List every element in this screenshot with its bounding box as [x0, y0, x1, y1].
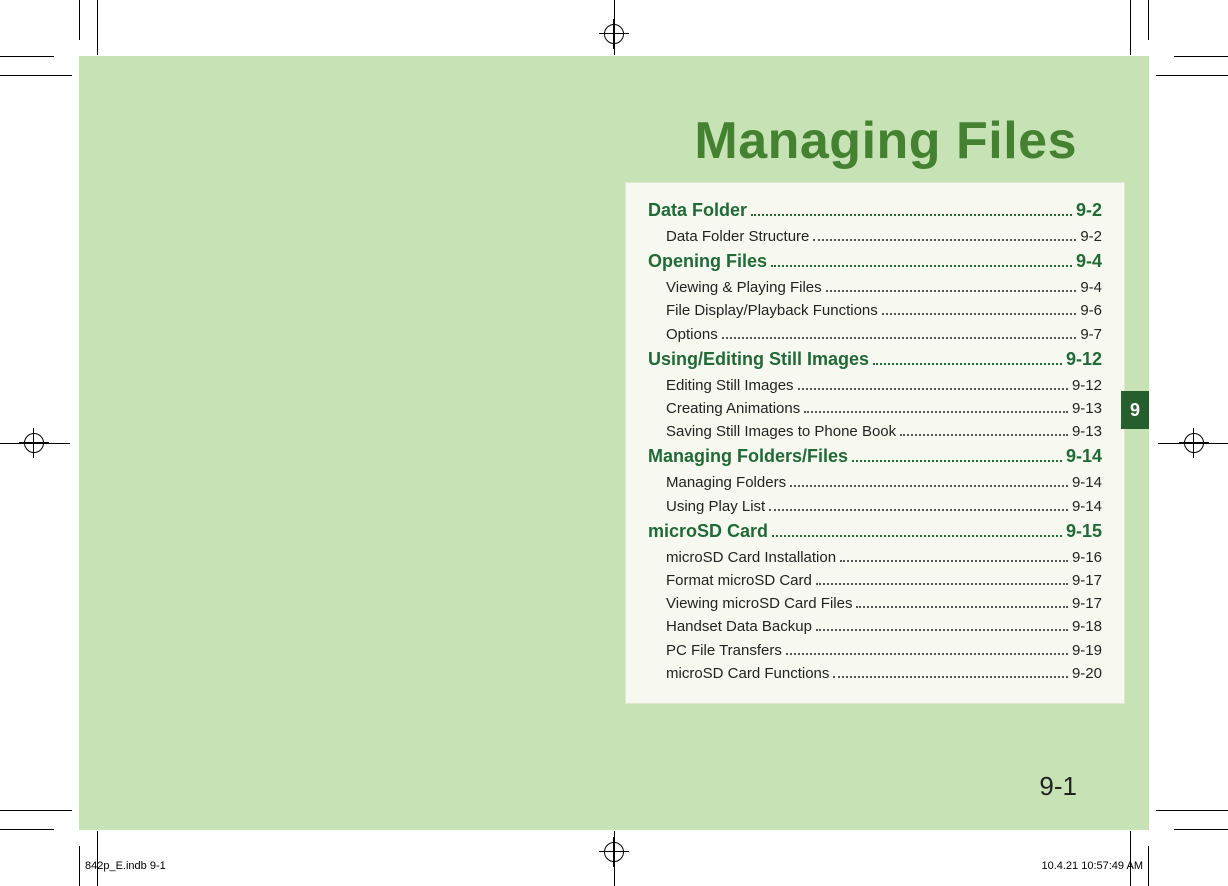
- toc-label: Data Folder Structure: [666, 225, 809, 248]
- toc-entry[interactable]: File Display/Playback Functions 9-6: [666, 299, 1102, 322]
- toc-section: Managing Folders/Files 9-14Managing Fold…: [648, 443, 1102, 517]
- toc-entry[interactable]: Using Play List 9-14: [666, 495, 1102, 518]
- toc-page-number: 9-6: [1080, 299, 1102, 322]
- table-of-contents: Data Folder 9-2Data Folder Structure9-2O…: [625, 182, 1125, 704]
- toc-leader-dots: [722, 337, 1077, 339]
- toc-label: Handset Data Backup: [666, 615, 812, 638]
- toc-label: Using Play List: [666, 495, 765, 518]
- toc-leader-dots: [882, 313, 1077, 315]
- toc-leader-dots: [804, 411, 1068, 413]
- toc-leader-dots: [786, 653, 1068, 655]
- toc-label: microSD Card Installation: [666, 546, 836, 569]
- toc-label: PC File Transfers: [666, 639, 782, 662]
- toc-entry[interactable]: Viewing & Playing Files 9-4: [666, 276, 1102, 299]
- toc-page-number: 9-12: [1072, 374, 1102, 397]
- page-number: 9-1: [1039, 771, 1077, 802]
- toc-entry[interactable]: Creating Animations 9-13: [666, 397, 1102, 420]
- chapter-title: Managing Files: [694, 111, 1077, 171]
- toc-leader-dots: [873, 363, 1062, 365]
- toc-entry[interactable]: Format microSD Card 9-17: [666, 569, 1102, 592]
- toc-page-number: 9-13: [1072, 420, 1102, 443]
- toc-label: Editing Still Images: [666, 374, 794, 397]
- toc-page-number: 9-17: [1072, 569, 1102, 592]
- toc-leader-dots: [856, 606, 1068, 608]
- toc-page-number: 9-7: [1080, 323, 1102, 346]
- toc-entry[interactable]: microSD Card Functions 9-20: [666, 662, 1102, 685]
- toc-leader-dots: [798, 388, 1068, 390]
- toc-sub-list: Editing Still Images9-12Creating Animati…: [648, 374, 1102, 444]
- toc-label: Format microSD Card: [666, 569, 812, 592]
- toc-label: Viewing & Playing Files: [666, 276, 822, 299]
- toc-sub-list: microSD Card Installation9-16Format micr…: [648, 546, 1102, 686]
- toc-section-heading[interactable]: Using/Editing Still Images 9-12: [648, 346, 1102, 374]
- toc-label: Managing Folders: [666, 471, 786, 494]
- chapter-thumb-tab: 9: [1121, 391, 1149, 429]
- toc-page-number: 9-15: [1066, 518, 1102, 546]
- toc-leader-dots: [852, 460, 1062, 462]
- toc-entry[interactable]: Saving Still Images to Phone Book 9-13: [666, 420, 1102, 443]
- toc-page-number: 9-2: [1080, 225, 1102, 248]
- toc-page-number: 9-20: [1072, 662, 1102, 685]
- toc-label: Viewing microSD Card Files: [666, 592, 852, 615]
- toc-section: Using/Editing Still Images 9-12Editing S…: [648, 346, 1102, 444]
- toc-label: Managing Folders/Files: [648, 443, 848, 471]
- toc-section-heading[interactable]: Managing Folders/Files 9-14: [648, 443, 1102, 471]
- toc-label: microSD Card Functions: [666, 662, 829, 685]
- toc-label: microSD Card: [648, 518, 768, 546]
- toc-page-number: 9-14: [1072, 495, 1102, 518]
- toc-page-number: 9-12: [1066, 346, 1102, 374]
- toc-leader-dots: [840, 560, 1068, 562]
- toc-leader-dots: [772, 535, 1062, 537]
- toc-leader-dots: [826, 290, 1077, 292]
- toc-label: Creating Animations: [666, 397, 800, 420]
- toc-section: microSD Card 9-15microSD Card Installati…: [648, 518, 1102, 685]
- toc-entry[interactable]: Editing Still Images 9-12: [666, 374, 1102, 397]
- toc-section-heading[interactable]: microSD Card 9-15: [648, 518, 1102, 546]
- toc-section: Opening Files 9-4Viewing & Playing Files…: [648, 248, 1102, 346]
- toc-entry[interactable]: Managing Folders 9-14: [666, 471, 1102, 494]
- toc-entry[interactable]: Handset Data Backup 9-18: [666, 615, 1102, 638]
- toc-sub-list: Data Folder Structure 9-2: [648, 225, 1102, 248]
- print-slug-time: 10.4.21 10:57:49 AM: [1041, 860, 1143, 872]
- toc-page-number: 9-13: [1072, 397, 1102, 420]
- toc-page-number: 9-16: [1072, 546, 1102, 569]
- toc-page-number: 9-18: [1072, 615, 1102, 638]
- toc-section-heading[interactable]: Opening Files 9-4: [648, 248, 1102, 276]
- toc-label: Options: [666, 323, 718, 346]
- toc-page-number: 9-4: [1076, 248, 1102, 276]
- toc-leader-dots: [816, 583, 1068, 585]
- toc-page-number: 9-2: [1076, 197, 1102, 225]
- toc-section: Data Folder 9-2Data Folder Structure9-2: [648, 197, 1102, 248]
- toc-label: File Display/Playback Functions: [666, 299, 878, 322]
- toc-leader-dots: [769, 509, 1068, 511]
- toc-entry[interactable]: microSD Card Installation 9-16: [666, 546, 1102, 569]
- toc-entry[interactable]: Data Folder Structure 9-2: [666, 225, 1102, 248]
- toc-page-number: 9-19: [1072, 639, 1102, 662]
- toc-label: Data Folder: [648, 197, 747, 225]
- print-slug-file: 842p_E.indb 9-1: [85, 860, 166, 872]
- page-background: Managing Files Data Folder 9-2Data Folde…: [79, 56, 1149, 830]
- toc-sub-list: Viewing & Playing Files9-4File Display/P…: [648, 276, 1102, 346]
- toc-label: Opening Files: [648, 248, 767, 276]
- toc-page-number: 9-14: [1072, 471, 1102, 494]
- toc-section-heading[interactable]: Data Folder 9-2: [648, 197, 1102, 225]
- toc-leader-dots: [833, 676, 1068, 678]
- toc-page-number: 9-4: [1080, 276, 1102, 299]
- toc-leader-dots: [790, 485, 1068, 487]
- toc-sub-list: Managing Folders 9-14 Using Play List 9-14: [648, 471, 1102, 518]
- toc-entry[interactable]: Options 9-7: [666, 323, 1102, 346]
- toc-entry[interactable]: PC File Transfers 9-19: [666, 639, 1102, 662]
- toc-leader-dots: [900, 434, 1068, 436]
- toc-page-number: 9-14: [1066, 443, 1102, 471]
- toc-leader-dots: [813, 239, 1076, 241]
- toc-leader-dots: [771, 265, 1072, 267]
- toc-page-number: 9-17: [1072, 592, 1102, 615]
- toc-entry[interactable]: Viewing microSD Card Files 9-17: [666, 592, 1102, 615]
- toc-label: Saving Still Images to Phone Book: [666, 420, 896, 443]
- toc-label: Using/Editing Still Images: [648, 346, 869, 374]
- toc-leader-dots: [816, 629, 1068, 631]
- toc-leader-dots: [751, 214, 1072, 216]
